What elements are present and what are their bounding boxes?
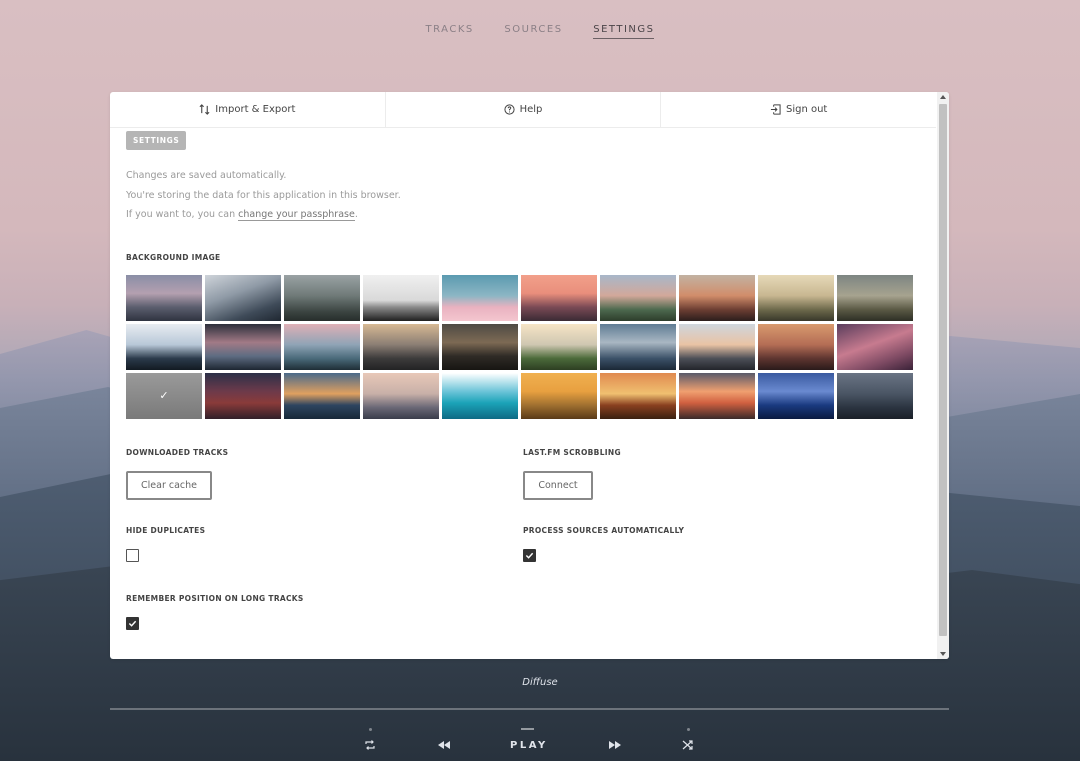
background-thumbnail[interactable] (126, 274, 202, 321)
info-line-2: You're storing the data for this applica… (126, 189, 401, 201)
now-playing-title: Diffuse (522, 677, 558, 688)
change-passphrase-link[interactable]: change your passphrase (238, 209, 355, 221)
selected-check-icon: ✓ (159, 389, 169, 402)
background-thumbnail[interactable] (679, 323, 755, 370)
player-controls: PLAY (0, 728, 1080, 757)
downloaded-tracks-label: DOWNLOADED TRACKS (126, 448, 229, 457)
tab-sign-out[interactable]: Sign out (661, 92, 936, 127)
nav-tracks[interactable]: TRACKS (426, 24, 474, 38)
background-thumbnail[interactable] (679, 372, 755, 419)
remember-position-checkbox[interactable] (126, 617, 139, 630)
background-image-label: BACKGROUND IMAGE (126, 252, 221, 262)
background-thumbnail[interactable] (442, 274, 518, 321)
repeat-icon (365, 740, 375, 750)
background-thumbnail[interactable] (284, 274, 360, 321)
settings-info: Changes are saved automatically. You're … (126, 166, 916, 225)
shuffle-icon (682, 740, 693, 750)
next-button[interactable] (608, 740, 622, 753)
background-thumbnail[interactable]: ✓ (126, 372, 202, 419)
settings-content: SETTINGS Changes are saved automatically… (126, 128, 916, 419)
process-sources-checkbox[interactable] (523, 549, 536, 562)
background-thumbnail[interactable] (758, 372, 834, 419)
process-sources-label: PROCESS SOURCES AUTOMATICALLY (523, 526, 685, 535)
background-thumbnail[interactable] (600, 274, 676, 321)
background-thumbnail[interactable] (521, 323, 597, 370)
settings-panel: Import & Export Help Sign out SETTINGS C… (110, 92, 949, 659)
progress-bar[interactable] (110, 708, 949, 710)
info-line-3: If you want to, you can change your pass… (126, 205, 916, 225)
background-thumbnail[interactable] (363, 323, 439, 370)
background-thumbnail[interactable] (442, 323, 518, 370)
background-thumbnail[interactable] (679, 274, 755, 321)
fast-forward-icon (609, 741, 621, 749)
play-indicator-bar (521, 728, 534, 730)
hide-duplicates-group: HIDE DUPLICATES (126, 526, 506, 562)
background-thumbnail[interactable] (758, 323, 834, 370)
background-thumbnail[interactable] (284, 372, 360, 419)
downloaded-tracks-group: DOWNLOADED TRACKS Clear cache (126, 448, 506, 500)
background-image-grid: ✓ (126, 274, 916, 419)
background-thumbnail[interactable] (521, 274, 597, 321)
remember-position-label: REMEMBER POSITION ON LONG TRACKS (126, 594, 304, 603)
scroll-thumb[interactable] (939, 104, 947, 636)
play-button[interactable]: PLAY (510, 740, 548, 751)
background-thumbnail[interactable] (837, 274, 913, 321)
scroll-down-arrow-icon[interactable] (940, 652, 946, 656)
background-thumbnail[interactable] (442, 372, 518, 419)
background-thumbnail[interactable] (837, 323, 913, 370)
help-circle-icon (504, 104, 515, 115)
background-thumbnail[interactable] (205, 323, 281, 370)
panel-tabs: Import & Export Help Sign out (110, 92, 936, 128)
remember-position-group: REMEMBER POSITION ON LONG TRACKS (126, 594, 506, 630)
import-export-icon (199, 104, 210, 115)
sign-out-icon (770, 104, 781, 115)
tab-help-label: Help (519, 104, 543, 115)
background-thumbnail[interactable] (363, 372, 439, 419)
shuffle-indicator-dot (687, 728, 690, 731)
process-sources-group: PROCESS SOURCES AUTOMATICALLY (523, 526, 903, 562)
background-thumbnail[interactable] (284, 323, 360, 370)
tab-help[interactable]: Help (386, 92, 662, 127)
clear-cache-button[interactable]: Clear cache (126, 471, 212, 500)
tab-import-export-label: Import & Export (215, 104, 296, 115)
nav-settings[interactable]: SETTINGS (593, 24, 655, 39)
hide-duplicates-checkbox[interactable] (126, 549, 139, 562)
background-thumbnail[interactable] (600, 372, 676, 419)
info-line-3-suffix: . (354, 209, 358, 220)
lastfm-group: LAST.FM SCROBBLING Connect (523, 448, 903, 500)
info-line-1: Changes are saved automatically. (126, 170, 287, 181)
background-thumbnail[interactable] (126, 323, 202, 370)
tab-import-export[interactable]: Import & Export (110, 92, 386, 127)
settings-badge: SETTINGS (126, 131, 187, 150)
scroll-up-arrow-icon[interactable] (940, 95, 946, 99)
repeat-button[interactable] (364, 739, 376, 754)
lastfm-label: LAST.FM SCROBBLING (523, 448, 621, 457)
background-thumbnail[interactable] (600, 323, 676, 370)
connect-button[interactable]: Connect (523, 471, 593, 500)
background-thumbnail[interactable] (758, 274, 834, 321)
background-thumbnail[interactable] (205, 372, 281, 419)
tab-sign-out-label: Sign out (785, 104, 828, 115)
hide-duplicates-label: HIDE DUPLICATES (126, 526, 206, 535)
background-thumbnail[interactable] (205, 274, 281, 321)
background-thumbnail[interactable] (363, 274, 439, 321)
panel-scrollbar[interactable] (937, 92, 949, 659)
background-thumbnail[interactable] (837, 372, 913, 419)
previous-button[interactable] (437, 740, 451, 753)
shuffle-button[interactable] (682, 739, 694, 754)
repeat-indicator-dot (369, 728, 372, 731)
background-thumbnail[interactable] (521, 372, 597, 419)
top-nav: TRACKS SOURCES SETTINGS (0, 24, 1080, 39)
rewind-icon (438, 741, 450, 749)
info-line-3-prefix: If you want to, you can (126, 209, 239, 220)
nav-sources[interactable]: SOURCES (504, 24, 562, 38)
